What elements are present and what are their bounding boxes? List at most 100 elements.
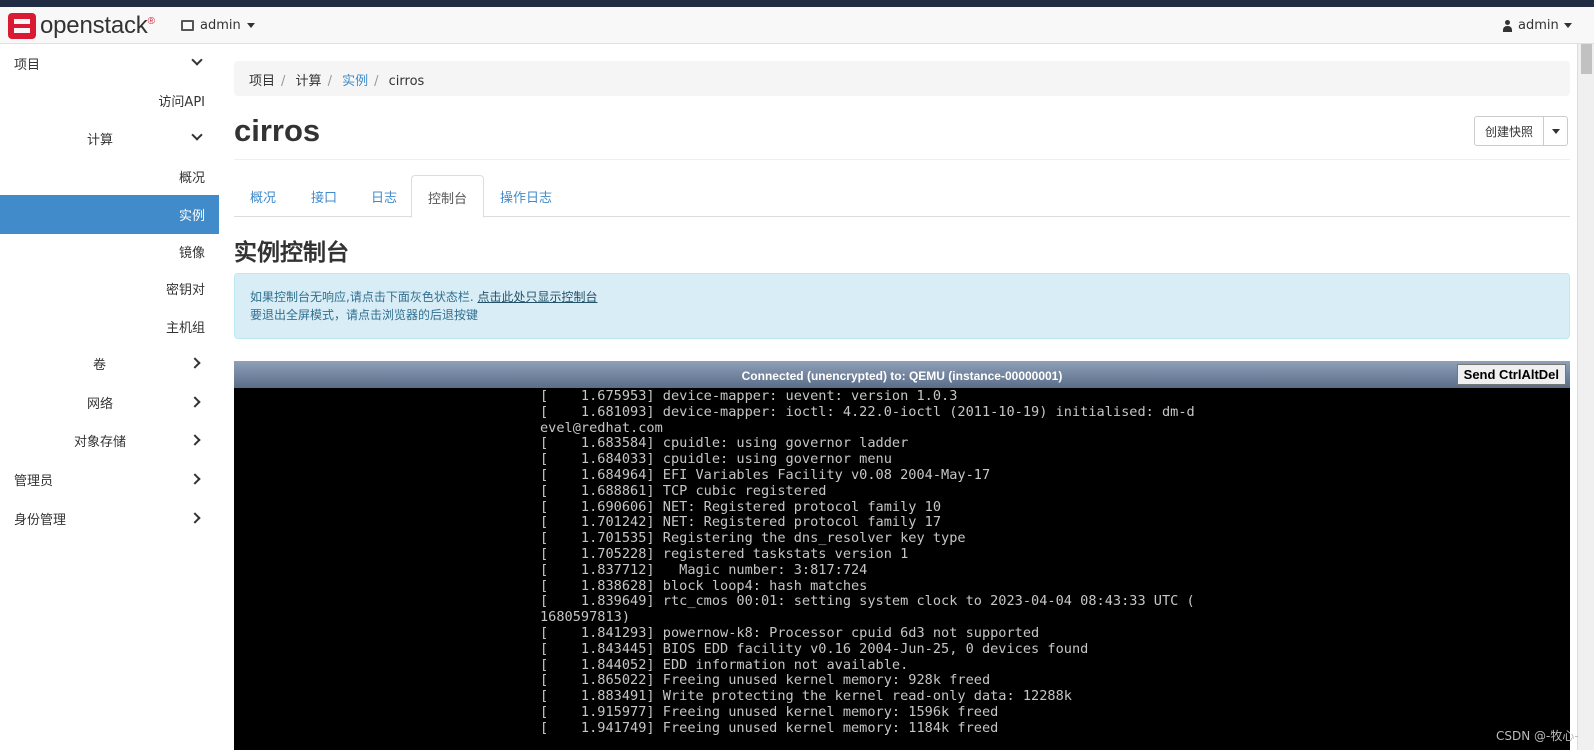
tab-console[interactable]: 控制台 bbox=[411, 175, 485, 218]
user-menu-label: admin bbox=[1518, 18, 1559, 33]
terminal-line: [ 1.941749] Freeing unused kernel memory… bbox=[540, 719, 999, 736]
tab-log[interactable]: 日志 bbox=[355, 175, 413, 217]
console-status-bar[interactable]: Connected (unencrypted) to: QEMU (instan… bbox=[234, 361, 1570, 388]
terminal-line: [ 1.681093] device-mapper: ioctl: 4.22.0… bbox=[540, 403, 1195, 420]
brand-name: openstack® bbox=[40, 12, 155, 39]
snapshot-button-group: 创建快照 bbox=[1474, 116, 1568, 146]
sidebar: 项目 访问API 计算 概况 实例 镜像 密钥对 主机组 卷 网络 对象存储 管… bbox=[0, 44, 219, 750]
sidebar-item-server-groups[interactable]: 主机组 bbox=[0, 307, 219, 346]
chevron-right-icon bbox=[189, 473, 201, 485]
alert-line-1: 如果控制台无响应,请点击下面灰色状态栏. 点击此处只显示控制台 bbox=[250, 288, 1554, 306]
sidebar-item-label: 访问API bbox=[158, 95, 205, 110]
terminal-line: [ 1.841293] powernow-k8: Processor cpuid… bbox=[540, 625, 1040, 641]
terminal-line: [ 1.701242] NET: Registered protocol fam… bbox=[540, 514, 942, 531]
terminal-line: [ 1.883491] Write protecting the kernel … bbox=[540, 688, 1072, 705]
terminal-line: [ 1.684964] EFI Variables Facility v0.08… bbox=[540, 467, 991, 483]
alert-line-2: 要退出全屏模式，请点击浏览器的后退按键 bbox=[250, 308, 479, 322]
terminal-line: [ 1.705228] registered taskstats version… bbox=[540, 546, 909, 562]
chevron-right-icon bbox=[189, 512, 201, 524]
sidebar-item-label: 身份管理 bbox=[14, 513, 67, 528]
user-menu[interactable]: admin bbox=[1502, 18, 1572, 33]
terminal-line: [ 1.675953] device-mapper: uevent: versi… bbox=[540, 388, 958, 404]
tab-interfaces[interactable]: 接口 bbox=[295, 175, 353, 217]
sidebar-item-object-store[interactable]: 对象存储 bbox=[0, 421, 219, 460]
chevron-right-icon bbox=[189, 396, 201, 408]
top-navbar: openstack® admin admin bbox=[0, 7, 1594, 44]
terminal-line: [ 1.837712] Magic number: 3:817:724 bbox=[540, 561, 868, 578]
sidebar-item-label: 卷 bbox=[93, 358, 107, 373]
console-info-alert: 如果控制台无响应,请点击下面灰色状态栏. 点击此处只显示控制台 要退出全屏模式，… bbox=[234, 273, 1570, 339]
console-section-title: 实例控制台 bbox=[234, 240, 349, 266]
caret-down-icon bbox=[1563, 23, 1572, 28]
show-console-only-link[interactable]: 点击此处只显示控制台 bbox=[477, 290, 597, 304]
watermark: CSDN @-牧心- bbox=[1496, 729, 1579, 743]
sidebar-item-label: 管理员 bbox=[14, 474, 54, 489]
sidebar-item-images[interactable]: 镜像 bbox=[0, 232, 219, 271]
terminal-line: evel@redhat.com bbox=[540, 419, 663, 436]
sidebar-item-identity[interactable]: 身份管理 bbox=[0, 499, 219, 538]
title-divider bbox=[234, 159, 1570, 160]
page-title: cirros bbox=[234, 113, 321, 148]
send-ctrlaltdel-button[interactable]: Send CtrlAltDel bbox=[1456, 364, 1566, 385]
instance-tabs: 概况 接口 日志 控制台 操作日志 bbox=[234, 175, 1570, 218]
terminal-line: 1680597813) bbox=[540, 609, 631, 626]
terminal-output: [ 1.675953] device-mapper: uevent: versi… bbox=[540, 388, 1258, 750]
page-scrollbar[interactable] bbox=[1577, 44, 1594, 750]
terminal-line: [ 1.839649] rtc_cmos 00:01: setting syst… bbox=[540, 593, 1195, 610]
tab-overview[interactable]: 概况 bbox=[234, 175, 292, 217]
user-icon bbox=[1502, 19, 1513, 32]
terminal-line: [ 1.683584] cpuidle: using governor ladd… bbox=[540, 435, 909, 452]
terminal-line: [ 1.843445] BIOS EDD facility v0.16 2004… bbox=[540, 640, 1089, 657]
breadcrumb-current: cirros bbox=[388, 74, 425, 89]
vnc-console[interactable]: Connected (unencrypted) to: QEMU (instan… bbox=[234, 361, 1570, 750]
sidebar-item-label: 网络 bbox=[87, 397, 114, 412]
sidebar-item-label: 密钥对 bbox=[165, 283, 205, 298]
terminal-line: [ 1.690606] NET: Registered protocol fam… bbox=[540, 498, 942, 515]
sidebar-item-overview[interactable]: 概况 bbox=[0, 157, 219, 196]
terminal-line: [ 1.865022] Freeing unused kernel memory… bbox=[540, 672, 991, 689]
breadcrumb: 项目 / 计算 / 实例 / cirros bbox=[234, 61, 1570, 96]
breadcrumb-instances-link[interactable]: 实例 bbox=[342, 74, 368, 89]
sidebar-item-volumes[interactable]: 卷 bbox=[0, 344, 219, 383]
chevron-down-icon bbox=[191, 54, 203, 66]
terminal-line: [ 1.688861] TCP cubic registered bbox=[540, 482, 827, 499]
project-selector-label: admin bbox=[200, 18, 241, 33]
terminal-line: [ 1.915977] Freeing unused kernel memory… bbox=[540, 704, 999, 720]
openstack-logo[interactable]: openstack® bbox=[8, 12, 155, 40]
sidebar-item-label: 概况 bbox=[178, 171, 205, 186]
terminal-line: [ 1.684033] cpuidle: using governor menu bbox=[540, 451, 892, 468]
sidebar-item-label: 主机组 bbox=[165, 321, 205, 336]
alert-text: 如果控制台无响应,请点击下面灰色状态栏. bbox=[250, 290, 474, 304]
sidebar-item-admin[interactable]: 管理员 bbox=[0, 460, 219, 499]
openstack-logo-icon bbox=[8, 13, 36, 39]
terminal-line: [ 1.838628] block loop4: hash matches bbox=[540, 577, 868, 594]
terminal-line: [ 1.701535] Registering the dns_resolver… bbox=[540, 530, 966, 547]
actions-dropdown-button[interactable] bbox=[1544, 116, 1568, 146]
tab-action-log[interactable]: 操作日志 bbox=[484, 175, 568, 217]
sidebar-item-access-api[interactable]: 访问API bbox=[0, 81, 219, 120]
sidebar-item-compute[interactable]: 计算 bbox=[0, 119, 219, 158]
sidebar-item-instances[interactable]: 实例 bbox=[0, 195, 219, 234]
sidebar-item-label: 项目 bbox=[14, 58, 41, 73]
chevron-right-icon bbox=[189, 434, 201, 446]
breadcrumb-project: 项目 bbox=[249, 74, 276, 89]
console-screen[interactable]: [ 1.675953] device-mapper: uevent: versi… bbox=[234, 388, 1570, 750]
sidebar-item-project[interactable]: 项目 bbox=[0, 44, 219, 83]
sidebar-item-network[interactable]: 网络 bbox=[0, 383, 219, 422]
sidebar-item-label: 镜像 bbox=[178, 246, 205, 261]
breadcrumb-compute: 计算 bbox=[295, 74, 322, 89]
chevron-right-icon bbox=[189, 357, 201, 369]
create-snapshot-button[interactable]: 创建快照 bbox=[1474, 116, 1544, 146]
sidebar-item-label: 实例 bbox=[178, 209, 205, 224]
scrollbar-thumb[interactable] bbox=[1581, 44, 1592, 74]
caret-down-icon bbox=[1551, 128, 1560, 134]
project-selector[interactable]: admin bbox=[181, 18, 255, 33]
sidebar-item-label: 计算 bbox=[87, 133, 114, 148]
sidebar-item-keypairs[interactable]: 密钥对 bbox=[0, 269, 219, 308]
server-icon bbox=[181, 20, 194, 31]
terminal-line: [ 1.844052] EDD information not availabl… bbox=[540, 656, 909, 673]
sidebar-item-label: 对象存储 bbox=[74, 435, 127, 450]
caret-down-icon bbox=[246, 23, 255, 28]
top-strip bbox=[0, 0, 1594, 7]
chevron-down-icon bbox=[191, 129, 203, 141]
